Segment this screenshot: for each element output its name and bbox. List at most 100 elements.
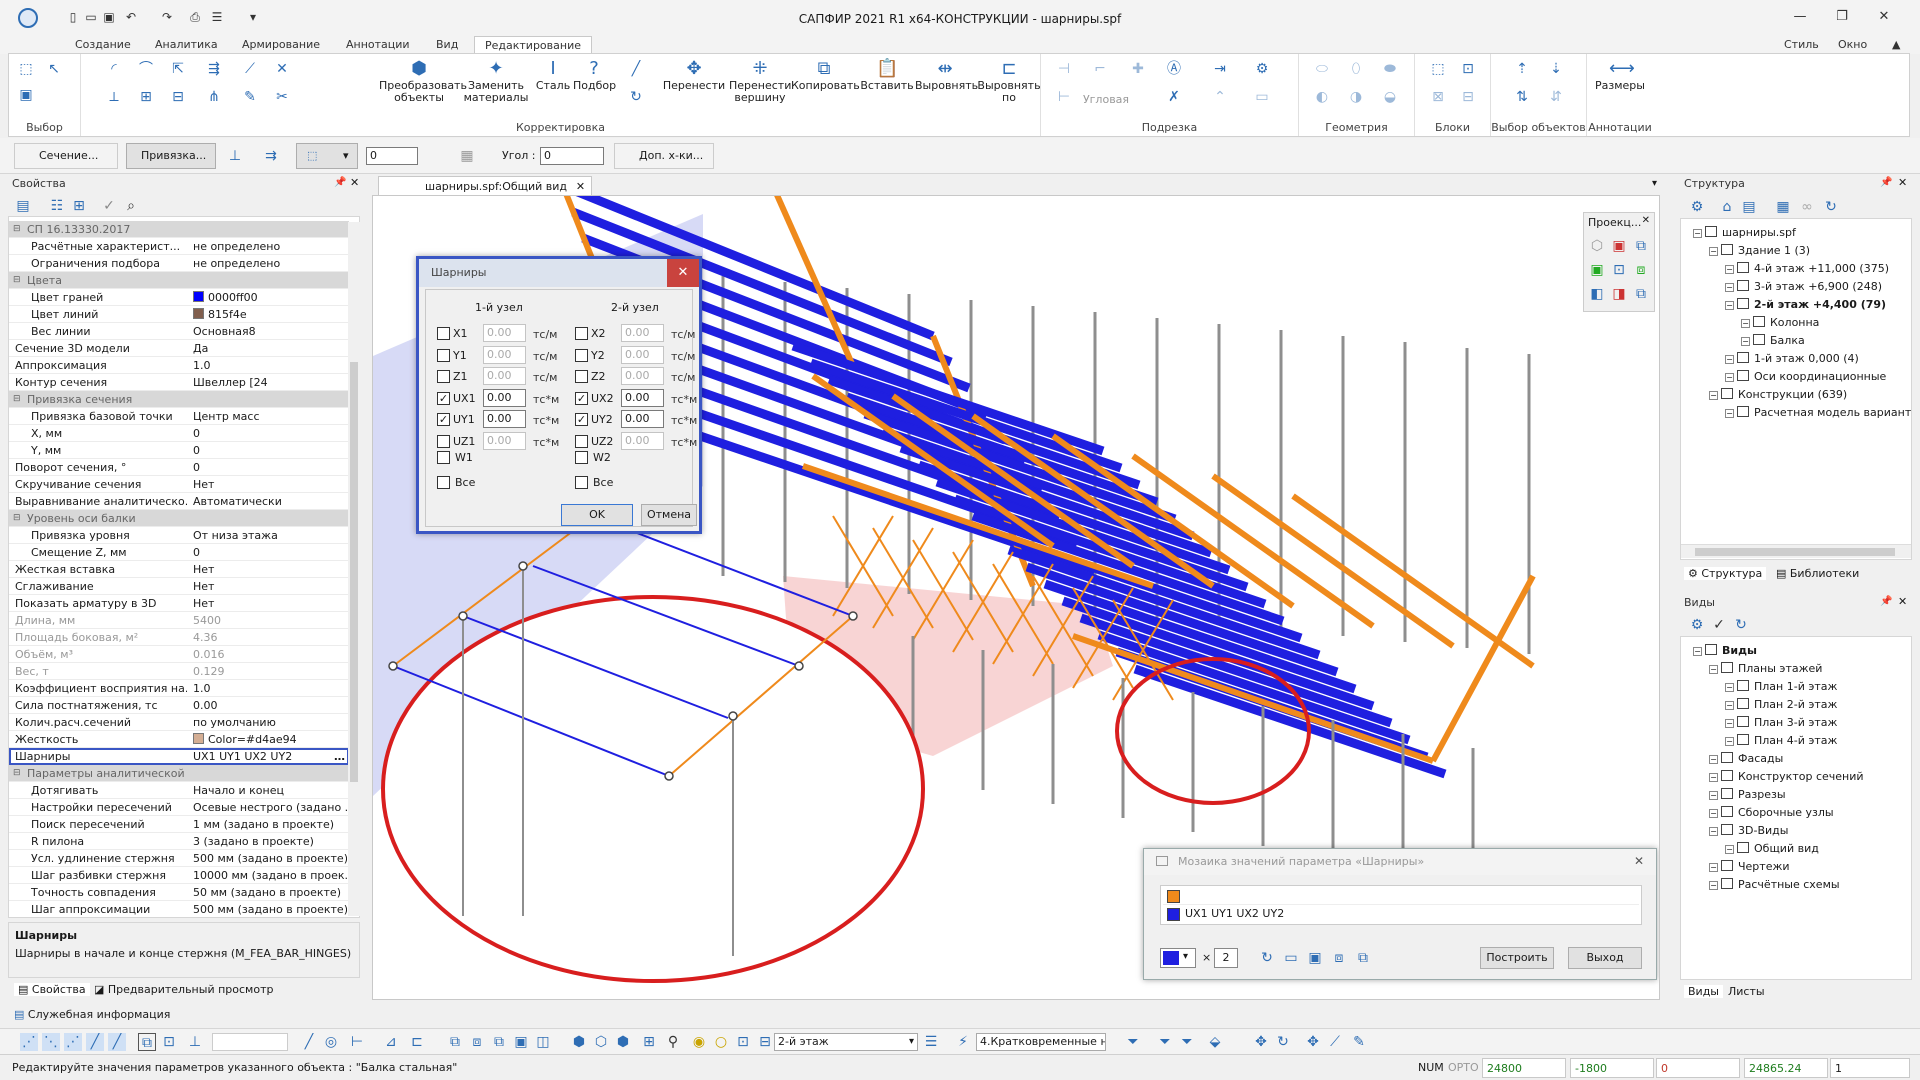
view-top-icon[interactable]: ⊡ <box>1610 261 1628 279</box>
tree-expand-icon[interactable]: − <box>1725 355 1734 364</box>
property-category[interactable]: Параметры аналитической модели ⊟ <box>9 765 349 782</box>
tab-structure[interactable]: ⚙ Структура <box>1684 567 1767 580</box>
tree-expand-icon[interactable]: − <box>1709 809 1718 818</box>
property-value[interactable]: Начало и конец <box>189 782 347 799</box>
tab-create[interactable]: Создание <box>75 36 131 54</box>
grid-view-icon[interactable]: ⊞ <box>640 1033 658 1051</box>
property-row[interactable]: Ограничения подбора не определено <box>9 255 349 272</box>
offset-input[interactable]: 0 <box>366 147 418 165</box>
property-row[interactable]: Объём, м³ 0.016 <box>9 646 349 663</box>
property-value[interactable]: 0000ff00 <box>189 289 347 306</box>
select-funnel-icon[interactable]: ⏷ <box>1156 1033 1174 1051</box>
copy-icon[interactable]: ⧉ <box>1354 949 1372 967</box>
property-row[interactable]: Поиск пересечений 1 мм (задано в проекте) <box>9 816 349 833</box>
trim-left-icon[interactable]: ⊢ <box>1055 88 1073 106</box>
property-value[interactable]: Нет <box>189 476 347 493</box>
refresh-icon[interactable]: ↻ <box>1822 198 1840 216</box>
trim-line-icon[interactable]: ⊣ <box>1055 60 1073 78</box>
property-category[interactable]: СП 16.13330.2017 ⊟ <box>9 221 349 238</box>
load-case-dropdown[interactable]: 4.Кратковременные на <box>976 1033 1106 1051</box>
tab-reinforcement[interactable]: Армирование <box>242 36 320 54</box>
snap-face-icon[interactable]: ⊥ <box>186 1033 204 1051</box>
tab-view[interactable]: Вид <box>436 36 458 54</box>
steel-button[interactable]: Ⅰ Сталь <box>533 58 573 92</box>
property-row[interactable]: Шаг разбивки стержня 10000 мм (задано в п… <box>9 867 349 884</box>
target-icon[interactable]: ◎ <box>322 1033 340 1051</box>
property-value[interactable]: 815f4e <box>189 306 347 323</box>
property-value[interactable]: Нет <box>189 595 347 612</box>
property-row[interactable]: R пилона 3 (задано в проекте) <box>9 833 349 850</box>
trim-extend-icon[interactable]: ⇥ <box>1211 60 1229 78</box>
property-category[interactable]: Цвета ⊟ <box>9 272 349 289</box>
move-button[interactable]: ✥ Перенести <box>661 58 727 92</box>
property-row[interactable]: Поворот сечения, ° 0 <box>9 459 349 476</box>
delete-part-icon[interactable]: ✕ <box>273 60 291 78</box>
service-info[interactable]: ▤ Служебная информация <box>14 1008 170 1021</box>
tab-preview[interactable]: ◪ Предварительный просмотр <box>94 983 273 996</box>
draw-line-icon[interactable]: ╱ <box>300 1033 318 1051</box>
property-value[interactable]: Автоматически <box>189 493 347 510</box>
mosaic-item-blue[interactable]: UX1 UY1 UX2 UY2 <box>1163 906 1639 923</box>
tree-item[interactable]: Планы этажей <box>1721 661 1822 677</box>
property-row[interactable]: Усл. удлинение стержня 500 мм (задано в п… <box>9 850 349 867</box>
ortho-indicator[interactable]: ОРТО <box>1448 1061 1479 1074</box>
offset-icon[interactable]: ⇶ <box>205 60 223 78</box>
property-row[interactable]: Цвет линий 815f4e <box>9 306 349 323</box>
property-value[interactable]: 1.0 <box>189 357 347 374</box>
view-front-icon[interactable]: ▣ <box>1610 237 1628 255</box>
tree-expand-icon[interactable]: − <box>1709 773 1718 782</box>
select-area-icon[interactable]: ▣ <box>17 86 35 104</box>
structure-hscroll[interactable] <box>1681 544 1911 558</box>
tree-expand-icon[interactable]: − <box>1709 755 1718 764</box>
property-row[interactable]: Выравнивание аналитическо... Автоматическ… <box>9 493 349 510</box>
property-row[interactable]: X, мм 0 <box>9 425 349 442</box>
close-tab-icon[interactable]: ✕ <box>576 177 585 196</box>
uz1-value-input[interactable]: 0.00 <box>483 431 526 450</box>
ux2-value-input[interactable]: 0.00 <box>621 388 664 407</box>
property-value[interactable]: 1 мм (задано в проекте) <box>189 816 347 833</box>
copy-button[interactable]: ⧉ Копировать <box>791 58 860 92</box>
close-panel-icon[interactable]: ✕ <box>1898 595 1907 608</box>
pan-icon[interactable]: ✥ <box>1252 1033 1270 1051</box>
z2-checkbox[interactable] <box>575 370 588 383</box>
property-category[interactable]: Привязка сечения ⊟ <box>9 391 349 408</box>
property-value[interactable]: Швеллер [24 <box>189 374 347 391</box>
snap-axis-icon[interactable]: ⊥ <box>226 147 244 165</box>
ux1-checkbox[interactable]: ✓ <box>437 391 450 405</box>
zoom-move-icon[interactable]: ✥ <box>1304 1033 1322 1051</box>
document-tab[interactable]: шарниры.spf:Общий вид ✕ <box>378 176 593 196</box>
pin-icon[interactable]: 📌 <box>1880 177 1892 188</box>
trim-x-icon[interactable]: ✗ <box>1165 88 1183 106</box>
tree-expand-icon[interactable]: − <box>1725 283 1734 292</box>
property-row[interactable]: Привязка базовой точки Центр масс <box>9 408 349 425</box>
property-row[interactable]: Y, мм 0 <box>9 442 349 459</box>
tab-sheets[interactable]: Листы <box>1728 985 1765 998</box>
property-value[interactable]: не определено <box>189 255 347 272</box>
polyline-icon[interactable]: ⌒ <box>137 60 155 78</box>
property-value[interactable]: 0 <box>189 544 347 561</box>
tab-analytics[interactable]: Аналитика <box>155 36 218 54</box>
scroll-thumb[interactable] <box>350 362 358 782</box>
binoculars-icon[interactable]: ∞ <box>1798 198 1816 216</box>
refresh-icon[interactable]: ↻ <box>1732 616 1750 634</box>
block-explode-icon[interactable]: ⊠ <box>1429 88 1447 106</box>
tree-item[interactable]: Общий вид <box>1737 841 1819 857</box>
ribbon-collapse-icon[interactable]: ▲ <box>1892 36 1900 54</box>
y2-value-input[interactable]: 0.00 <box>621 345 664 364</box>
block-edit-icon[interactable]: ⊟ <box>1459 88 1477 106</box>
tree-expand-icon[interactable]: − <box>1725 719 1734 728</box>
save-icon[interactable]: ▣ <box>1306 949 1324 967</box>
property-value[interactable]: 500 мм (задано в проекте) <box>189 901 347 917</box>
property-value[interactable]: UX1 UY1 UX2 UY2 <box>189 748 347 765</box>
property-row[interactable]: Расчётные характерист... не определено <box>9 238 349 255</box>
eyedropper-icon[interactable]: ✎ <box>241 88 259 106</box>
property-value[interactable]: 0 <box>189 425 347 442</box>
trim-icon[interactable]: ⟂ <box>105 88 123 106</box>
tree-expand-icon[interactable]: − <box>1725 373 1734 382</box>
property-row[interactable]: Аппроксимация 1.0 <box>9 357 349 374</box>
property-row[interactable]: Сечение 3D модели Да <box>9 340 349 357</box>
refresh-icon[interactable]: ↻ <box>1258 949 1276 967</box>
snap-copy-icon[interactable]: ⧉ <box>138 1033 156 1051</box>
uy1-value-input[interactable]: 0.00 <box>483 410 526 428</box>
tree-expand-icon[interactable]: − <box>1709 827 1718 836</box>
